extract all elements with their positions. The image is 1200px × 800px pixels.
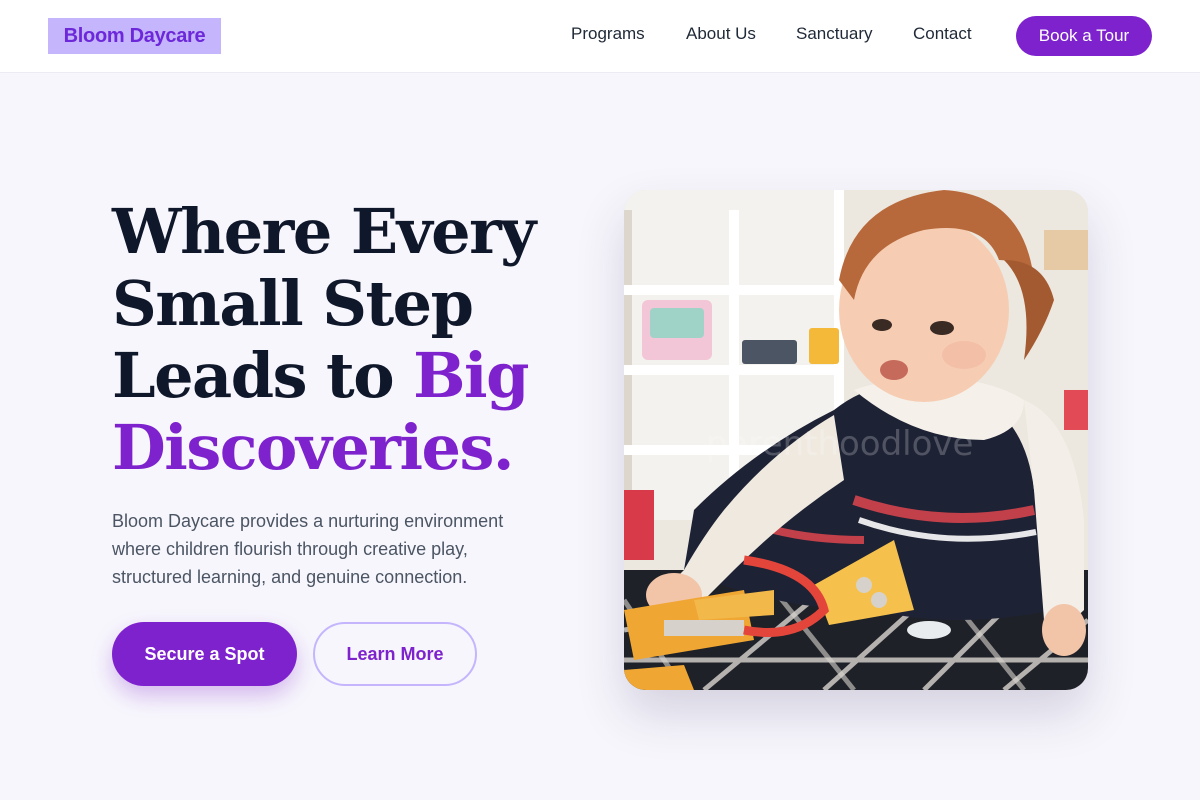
- book-a-tour-button[interactable]: Book a Tour: [1016, 16, 1152, 56]
- nav-link-sanctuary[interactable]: Sanctuary: [796, 24, 873, 44]
- site-header: Bloom Daycare Programs About Us Sanctuar…: [0, 0, 1200, 73]
- nav-link-contact[interactable]: Contact: [913, 24, 972, 44]
- nav-link-programs[interactable]: Programs: [571, 24, 645, 44]
- learn-more-button[interactable]: Learn More: [313, 622, 477, 686]
- hero-photo-illustration: parenthoodlove: [624, 190, 1088, 690]
- brand-logo[interactable]: Bloom Daycare: [48, 18, 221, 54]
- hero-photo-toddler-playing: parenthoodlove: [624, 190, 1088, 690]
- hero-headline: Where Every Small Step Leads to Big Disc…: [112, 196, 592, 484]
- hero-lead-text: Bloom Daycare provides a nurturing envir…: [112, 511, 504, 587]
- nav-link-about-us[interactable]: About Us: [686, 24, 756, 44]
- secure-a-spot-button[interactable]: Secure a Spot: [112, 622, 297, 686]
- photo-watermark: parenthoodlove: [706, 424, 973, 464]
